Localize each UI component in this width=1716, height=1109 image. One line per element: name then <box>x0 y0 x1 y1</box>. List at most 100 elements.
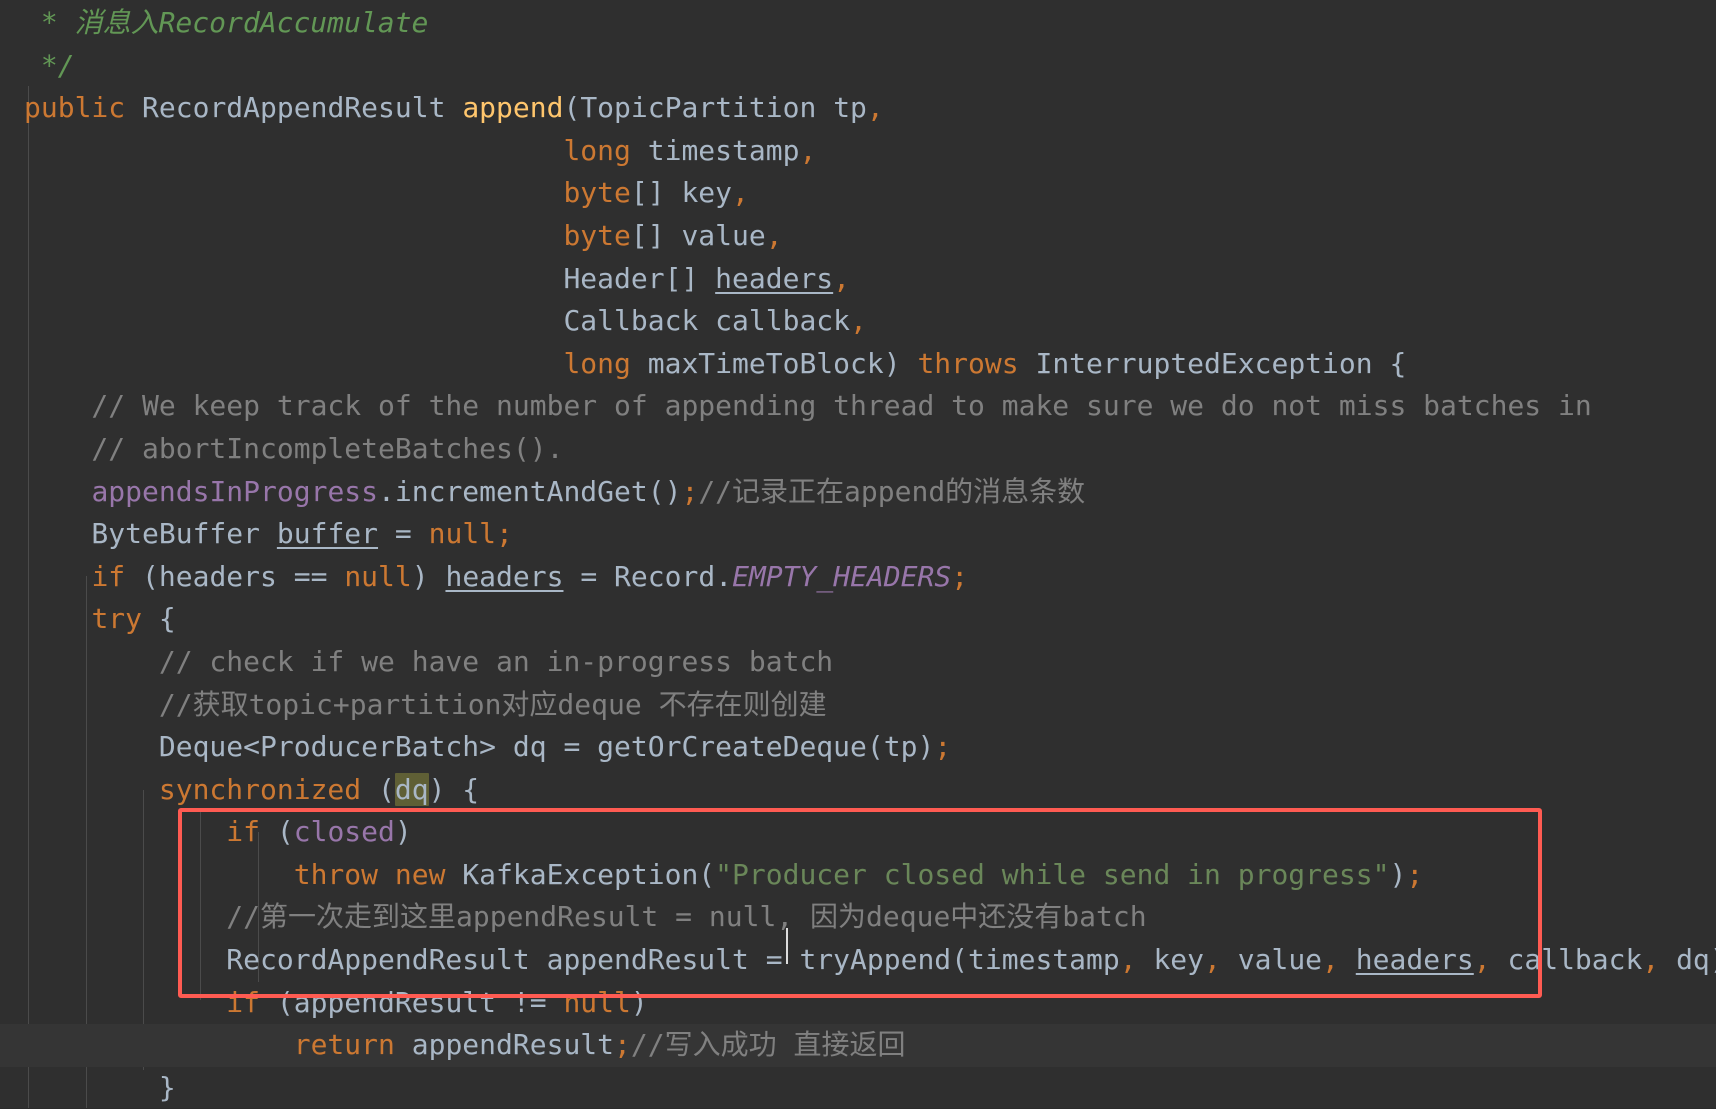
line-try-open[interactable]: try { <box>0 598 1716 641</box>
token-cmt: //第一次走到这里appendResult = null, 因为deque中还没… <box>24 900 1147 934</box>
line-if-headers-null[interactable]: if (headers == null) headers = Record.EM… <box>0 556 1716 599</box>
token-semi: , <box>1119 943 1137 977</box>
line-comment-checkinprogress[interactable]: // check if we have an in-progress batch <box>0 641 1716 684</box>
token-semi: , <box>799 133 817 167</box>
token-punct: ( <box>563 91 581 125</box>
token-id: [] value <box>630 218 766 252</box>
token-param-u: headers <box>445 559 564 593</box>
token-kw: null <box>563 985 631 1019</box>
token-id <box>24 815 226 848</box>
token-cmt: // We keep track of the number of append… <box>24 389 1592 423</box>
token-semi: ; <box>951 559 969 593</box>
token-id <box>24 773 159 806</box>
token-kw: long <box>563 133 631 167</box>
token-id: value <box>1220 943 1323 977</box>
token-id: ( <box>260 815 294 849</box>
line-param-callback[interactable]: Callback callback, <box>0 300 1716 343</box>
line-if-closed[interactable]: if (closed) <box>0 811 1716 854</box>
code-lines-container[interactable]: * 消息入RecordAccumulate */ public RecordApp… <box>0 0 1716 1108</box>
token-fld: closed <box>293 815 395 849</box>
line-if-appendresult-notnull[interactable]: if (appendResult != null) <box>0 982 1716 1025</box>
line-comment-keeptrack[interactable]: // We keep track of the number of append… <box>0 385 1716 428</box>
line-param-headers[interactable]: Header[] headers, <box>0 258 1716 301</box>
token-id: ) <box>411 559 446 593</box>
token-id: .incrementAndGet() <box>378 474 682 508</box>
token-id <box>24 219 563 252</box>
token-kw: null <box>428 517 497 551</box>
token-id: ) <box>630 985 648 1019</box>
token-semi: , <box>732 176 749 210</box>
line-param-maxtimetoblock[interactable]: long maxTimeToBlock) throws InterruptedE… <box>0 343 1716 386</box>
line-throw-kafkaexception[interactable]: throw new KafkaException("Producer close… <box>0 854 1716 897</box>
token-fld: appendsInProgress <box>91 474 379 508</box>
token-semi: , <box>1204 943 1221 977</box>
token-cnst: EMPTY_HEADERS <box>732 559 952 593</box>
text-caret <box>786 928 788 964</box>
line-bytebuffer-decl[interactable]: ByteBuffer buffer = null; <box>0 513 1716 556</box>
token-semi: , <box>1322 943 1339 977</box>
token-id: Header[] <box>24 261 716 295</box>
token-id: maxTimeToBlock) <box>630 346 918 380</box>
token-id <box>24 858 294 891</box>
line-param-key[interactable]: byte[] key, <box>0 172 1716 215</box>
token-id: callback <box>1490 943 1643 977</box>
line-appendsinprogress[interactable]: appendsInProgress.incrementAndGet();//记录… <box>0 471 1716 514</box>
token-id: (appendResult != <box>260 985 564 1019</box>
line-param-value[interactable]: byte[] value, <box>0 215 1716 258</box>
token-id <box>1339 943 1356 976</box>
token-id <box>24 1028 294 1061</box>
token-kw: throws <box>917 346 1019 380</box>
token-id: RecordAppendResult appendResult = tryApp… <box>24 943 1120 977</box>
token-id: timestamp <box>630 133 800 167</box>
line-param-timestamp[interactable]: long timestamp, <box>0 130 1716 173</box>
token-id <box>24 560 91 593</box>
token-id: ) <box>394 815 412 849</box>
token-id <box>24 347 563 380</box>
token-id: (headers == <box>125 559 345 593</box>
token-semi: , <box>1642 943 1660 977</box>
token-kw: if <box>91 559 126 593</box>
token-id <box>24 475 91 508</box>
token-id: KafkaException( <box>445 857 716 891</box>
token-id: TopicPartition tp <box>580 91 867 125</box>
token-id: Callback callback <box>24 304 851 338</box>
token-id <box>24 602 91 635</box>
token-cmt: // abortIncompleteBatches(). <box>24 431 564 465</box>
token-id <box>24 176 563 209</box>
line-comment-abortincomplete[interactable]: // abortIncompleteBatches(). <box>0 428 1716 471</box>
line-synchronized-dq[interactable]: synchronized (dq) { <box>0 769 1716 812</box>
line-close-brace[interactable]: } <box>0 1067 1716 1109</box>
token-cmt: //获取topic+partition对应deque 不存在则创建 <box>24 687 827 721</box>
code-editor-pane[interactable]: * 消息入RecordAccumulate */ public RecordApp… <box>0 0 1716 1108</box>
token-id: key <box>1136 943 1205 977</box>
token-kw: byte <box>563 176 631 210</box>
token-kw: return <box>293 1028 395 1062</box>
token-id: ( <box>361 772 395 806</box>
token-kw: try <box>91 602 143 636</box>
token-param-u: buffer <box>276 517 379 551</box>
token-id: ) { <box>428 772 480 806</box>
token-kw: byte <box>563 218 631 252</box>
line-return-appendresult[interactable]: return appendResult;//写入成功 直接返回 <box>0 1024 1716 1067</box>
token-id: } <box>24 1070 176 1104</box>
token-id: dq) <box>1676 943 1716 977</box>
line-comment-firsttime[interactable]: //第一次走到这里appendResult = null, 因为deque中还没… <box>0 896 1716 939</box>
line-method-signature[interactable]: public RecordAppendResult append(TopicPa… <box>0 87 1716 130</box>
line-javadoc-text[interactable]: * 消息入RecordAccumulate <box>0 2 1716 45</box>
token-semi: ; <box>614 1028 631 1062</box>
token-semi: , <box>850 304 867 338</box>
token-param-u: headers <box>715 261 834 295</box>
token-semi: ; <box>1406 857 1424 891</box>
line-deque-decl[interactable]: Deque<ProducerBatch> dq = getOrCreateDeq… <box>0 726 1716 769</box>
token-id: ByteBuffer <box>24 517 277 551</box>
token-param-u: headers <box>1355 943 1474 977</box>
line-appendresult-tryappend[interactable]: RecordAppendResult appendResult = tryApp… <box>0 939 1716 982</box>
token-semi: ; <box>681 474 699 508</box>
line-comment-getdeque[interactable]: //获取topic+partition对应deque 不存在则创建 <box>0 684 1716 727</box>
token-mth: append <box>462 91 564 125</box>
line-javadoc-end[interactable]: */ <box>0 45 1716 88</box>
token-id: InterruptedException { <box>1018 346 1407 380</box>
token-id: = <box>378 517 429 551</box>
token-id <box>24 986 226 1019</box>
token-kw: null <box>344 559 412 593</box>
